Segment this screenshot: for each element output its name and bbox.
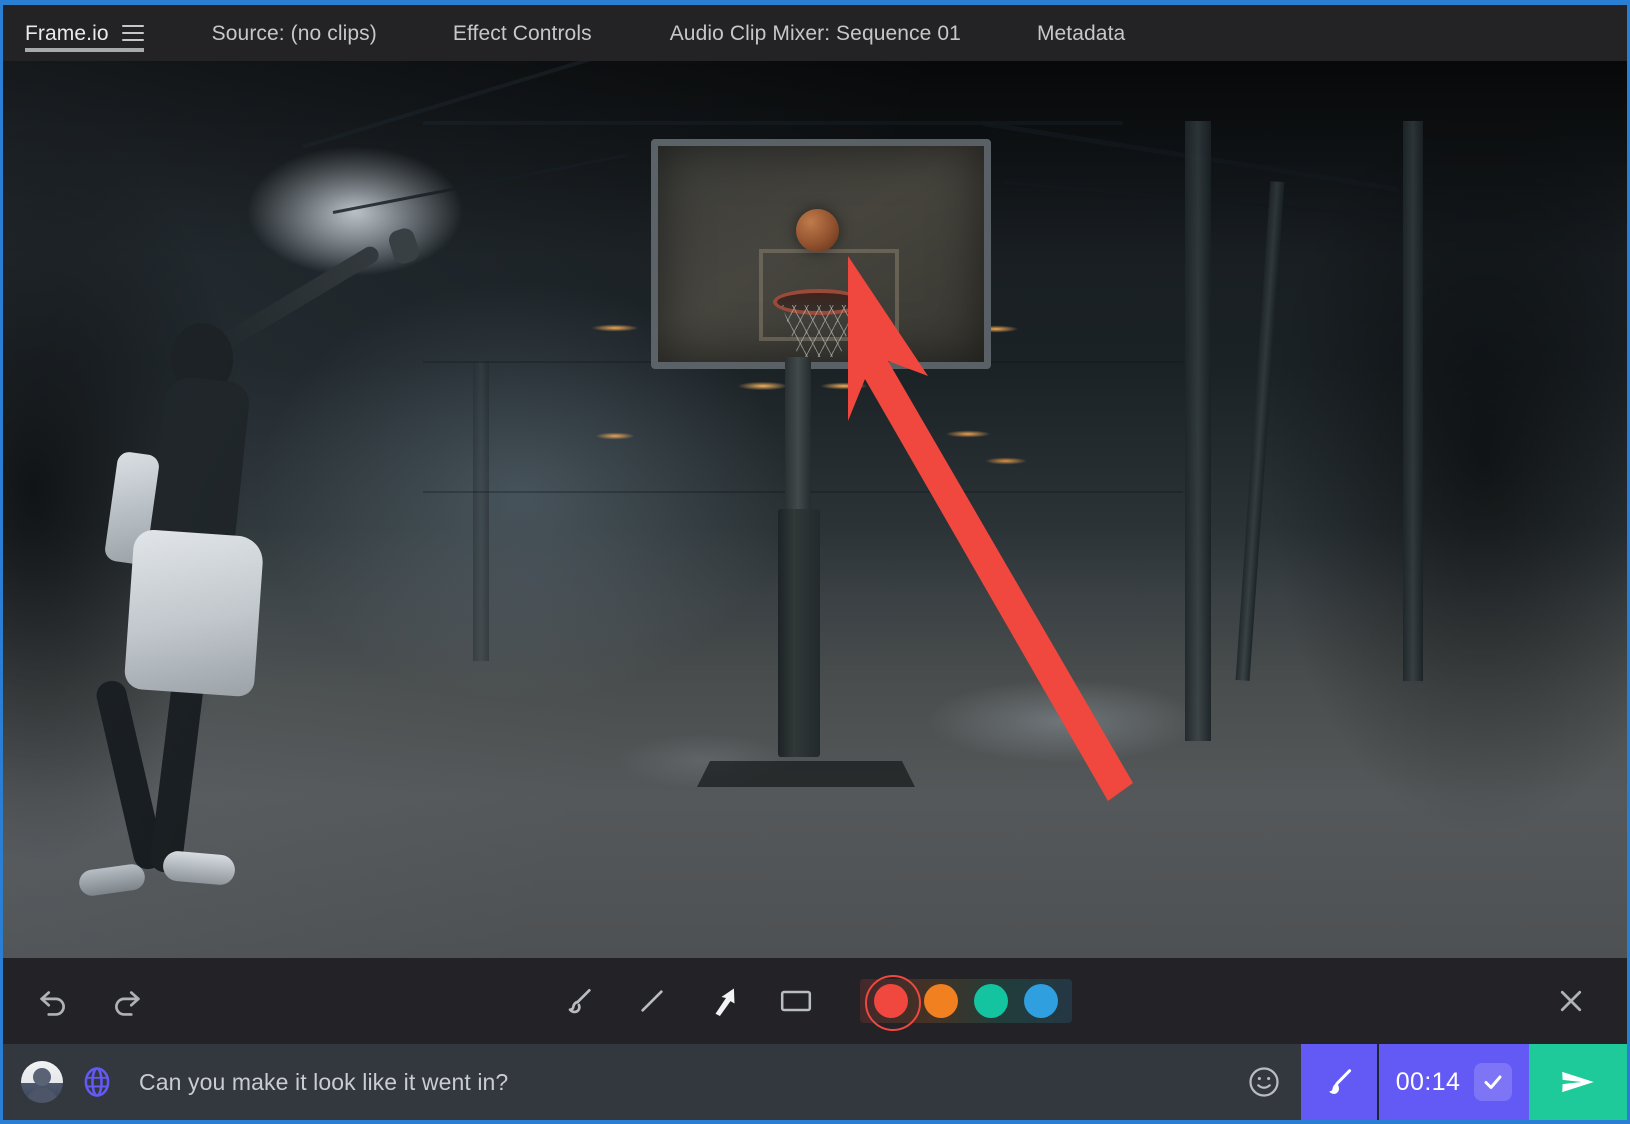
player-hand [386,225,422,267]
player-shorts [123,528,265,698]
tool-group [558,975,1072,1031]
wall-column [1235,181,1285,681]
globe-icon[interactable] [79,1064,115,1100]
comment-input[interactable] [115,1044,1227,1120]
timestamp-button[interactable]: 00:14 [1379,1044,1529,1120]
tab-effect-controls[interactable]: Effect Controls [453,5,618,61]
annotation-toolbar [3,958,1627,1044]
comment-bar: 00:14 [3,1044,1627,1120]
avatar[interactable] [21,1061,63,1103]
color-swatch-teal[interactable] [974,984,1008,1018]
tab-metadata[interactable]: Metadata [1037,5,1151,61]
close-icon[interactable] [1549,979,1593,1023]
wall-column [473,361,489,661]
tab-audio-clip-mixer-label: Audio Clip Mixer: Sequence 01 [669,21,961,45]
player-shoe [77,862,147,898]
send-button[interactable] [1529,1044,1627,1120]
redo-icon[interactable] [107,981,147,1021]
emoji-icon[interactable] [1227,1044,1301,1120]
video-viewer[interactable] [3,61,1627,958]
ceiling-beam [332,153,628,214]
check-icon[interactable] [1474,1063,1513,1101]
window-notch [458,0,506,5]
video-frame [3,61,1627,958]
tab-effect-controls-label: Effect Controls [452,21,592,45]
tab-source-label: Source: (no clips) [211,21,377,45]
tab-frameio[interactable]: Frame.io [3,5,170,61]
brush-tool[interactable] [558,979,602,1023]
arrow-tool[interactable] [702,979,746,1023]
rectangle-tool[interactable] [774,979,818,1023]
panel-tab-bar: Frame.io Source: (no clips) Effect Contr… [3,5,1627,61]
player-arm [218,243,382,351]
tab-source[interactable]: Source: (no clips) [212,5,403,61]
wall-column [1403,121,1423,681]
color-swatch-orange[interactable] [924,984,958,1018]
ceiling-beam [423,121,1123,125]
undo-icon[interactable] [33,981,73,1021]
ceiling-beam [302,61,620,149]
hamburger-menu-icon[interactable] [121,25,144,41]
tab-audio-clip-mixer[interactable]: Audio Clip Mixer: Sequence 01 [670,5,987,61]
hoop-pole-padding [778,509,820,757]
wall-column [1185,121,1211,741]
tab-frameio-label: Frame.io [25,21,109,45]
basketball-player [73,225,422,921]
player-torso [150,375,252,543]
line-tool[interactable] [630,979,674,1023]
color-swatch-blue[interactable] [1024,984,1058,1018]
color-swatch-red[interactable] [865,975,921,1031]
hoop-base-mat [697,761,915,787]
draw-annotation-button[interactable] [1301,1044,1379,1120]
frameio-panel-window: Frame.io Source: (no clips) Effect Contr… [0,0,1630,1124]
hoop-pole [785,357,811,527]
player-leg [148,671,206,875]
tab-metadata-label: Metadata [1036,21,1126,45]
player-shoe [161,849,237,887]
basketball [796,209,839,252]
color-swatches [860,975,1072,1031]
timestamp-label: 00:14 [1395,1067,1461,1096]
